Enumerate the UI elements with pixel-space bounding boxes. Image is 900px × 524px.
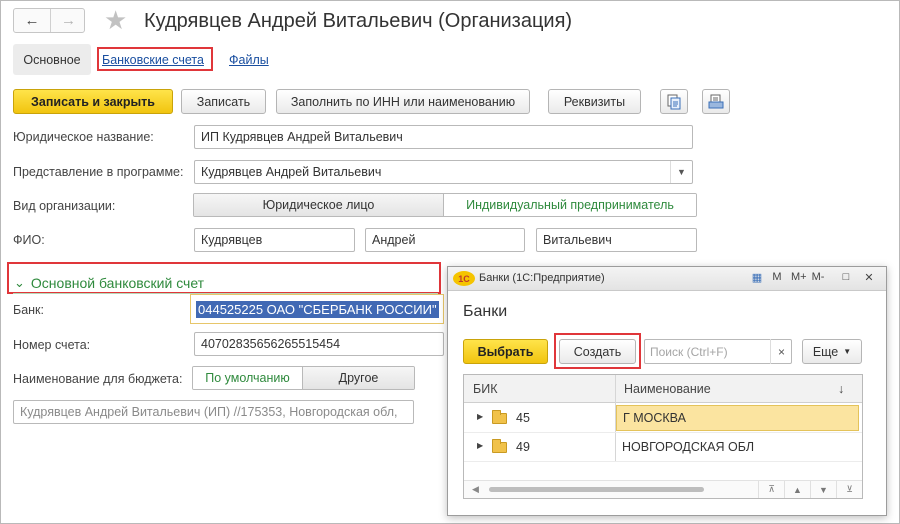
row-name: НОВГОРОДСКАЯ ОБЛ	[622, 440, 755, 454]
go-prev-icon[interactable]: ▲	[784, 481, 810, 498]
display-name-select[interactable]: Кудрявцев Андрей Витальевич ▼	[194, 160, 693, 184]
budget-label: Наименование для бюджета:	[13, 372, 183, 386]
legal-name-label: Юридическое название:	[13, 130, 154, 144]
expand-arrow-icon[interactable]: ▶	[477, 441, 483, 450]
scroll-thumb[interactable]	[489, 487, 704, 492]
row-bik: 49	[516, 440, 530, 454]
budget-switch: По умолчанию Другое	[192, 366, 415, 390]
expand-arrow-icon[interactable]: ▶	[477, 412, 483, 421]
go-first-icon[interactable]: ⊼	[758, 481, 784, 498]
logo-1c-icon: 1С	[453, 271, 475, 286]
create-button[interactable]: Создать	[559, 339, 636, 364]
fill-by-inn-button[interactable]: Заполнить по ИНН или наименованию	[276, 89, 530, 114]
calculator-icon[interactable]: ▦	[750, 271, 764, 284]
history-nav: ← →	[13, 8, 85, 33]
org-type-label: Вид организации:	[13, 199, 116, 213]
chevron-down-icon: ⌄	[14, 275, 25, 290]
scroll-left-icon[interactable]: ◀	[472, 484, 479, 495]
budget-default[interactable]: По умолчанию	[193, 367, 303, 389]
go-next-icon[interactable]: ▼	[810, 481, 836, 498]
budget-name-input[interactable]: Кудрявцев Андрей Витальевич (ИП) //17535…	[13, 400, 414, 424]
org-type-legal-entity[interactable]: Юридическое лицо	[194, 194, 444, 216]
folder-icon	[492, 410, 507, 424]
org-type-individual[interactable]: Индивидуальный предприниматель	[444, 194, 696, 216]
memory-sub-icon[interactable]: M-	[811, 271, 825, 283]
tab-files[interactable]: Файлы	[229, 53, 269, 67]
legal-name-input[interactable]: ИП Кудрявцев Андрей Витальевич	[194, 125, 693, 149]
display-name-value: Кудрявцев Андрей Витальевич	[201, 165, 382, 179]
memory-plus-icon[interactable]: M	[770, 271, 784, 283]
banks-dialog: 1С Банки (1С:Предприятие) ▦ M M+ M- □ ✕ …	[447, 266, 887, 516]
first-name-input[interactable]: Андрей	[365, 228, 525, 252]
bank-input[interactable]: 044525225 ОАО "СБЕРБАНК РОССИИ"	[190, 294, 444, 324]
bank-section-title: Основной банковский счет	[30, 275, 205, 291]
banks-table: БИК Наименование ↓ ▶ 45 Г МОСКВА ▶ 49 НО…	[463, 374, 863, 499]
requisites-button[interactable]: Реквизиты	[548, 89, 641, 114]
print-doc-icon[interactable]	[702, 89, 730, 114]
memory-add-icon[interactable]: M+	[791, 271, 807, 283]
chevron-down-icon: ▼	[843, 347, 852, 356]
budget-other[interactable]: Другое	[303, 367, 414, 389]
account-label: Номер счета:	[13, 338, 91, 352]
table-row[interactable]: ▶ 45 Г МОСКВА	[464, 404, 862, 433]
row-name: Г МОСКВА	[616, 405, 859, 431]
maximize-icon[interactable]: □	[839, 271, 853, 283]
clear-search-icon[interactable]: ×	[770, 339, 792, 364]
more-button[interactable]: Еще ▼	[802, 339, 862, 364]
arrow-right-icon[interactable]: →	[50, 9, 86, 32]
last-name-input[interactable]: Кудрявцев	[194, 228, 355, 252]
tab-bank-accounts[interactable]: Банковские счета	[102, 53, 204, 67]
arrow-left-icon[interactable]: ←	[14, 9, 50, 32]
select-button[interactable]: Выбрать	[463, 339, 548, 364]
bank-value: 044525225 ОАО "СБЕРБАНК РОССИИ"	[196, 301, 439, 318]
search-placeholder: Поиск (Ctrl+F)	[650, 344, 728, 359]
table-row[interactable]: ▶ 49 НОВГОРОДСКАЯ ОБЛ	[464, 433, 862, 462]
column-bik[interactable]: БИК	[473, 382, 497, 396]
horizontal-scrollbar[interactable]: ◀ ⊼ ▲ ▼ ⊻	[464, 480, 862, 498]
bank-label: Банк:	[13, 303, 44, 317]
middle-name-input[interactable]: Витальевич	[536, 228, 697, 252]
table-header: БИК Наименование ↓	[464, 375, 862, 403]
dialog-caption: Банки (1С:Предприятие)	[479, 272, 605, 284]
column-name[interactable]: Наименование	[624, 382, 711, 396]
dialog-heading: Банки	[463, 303, 508, 320]
save-close-button[interactable]: Записать и закрыть	[13, 89, 173, 114]
save-button[interactable]: Записать	[181, 89, 266, 114]
close-icon[interactable]: ✕	[862, 271, 876, 284]
copy-doc-icon[interactable]	[660, 89, 688, 114]
bank-section-header[interactable]: ⌄ Основной банковский счет	[14, 275, 204, 291]
sort-arrow-icon[interactable]: ↓	[838, 382, 844, 396]
dropdown-arrow-icon[interactable]: ▼	[670, 161, 692, 183]
dialog-titlebar: 1С Банки (1С:Предприятие) ▦ M M+ M- □ ✕	[448, 267, 886, 291]
row-bik: 45	[516, 411, 530, 425]
fio-label: ФИО:	[13, 233, 45, 247]
star-icon[interactable]: ★	[104, 7, 127, 33]
go-last-icon[interactable]: ⊻	[836, 481, 862, 498]
more-button-label: Еще	[812, 344, 839, 359]
org-type-switch: Юридическое лицо Индивидуальный предприн…	[193, 193, 697, 217]
display-name-label: Представление в программе:	[13, 165, 184, 179]
list-nav: ⊼ ▲ ▼ ⊻	[758, 481, 862, 498]
page-title: Кудрявцев Андрей Витальевич (Организация…	[144, 10, 573, 32]
tab-main[interactable]: Основное	[13, 44, 91, 75]
account-input[interactable]: 40702835656265515454	[194, 332, 444, 356]
folder-icon	[492, 439, 507, 453]
